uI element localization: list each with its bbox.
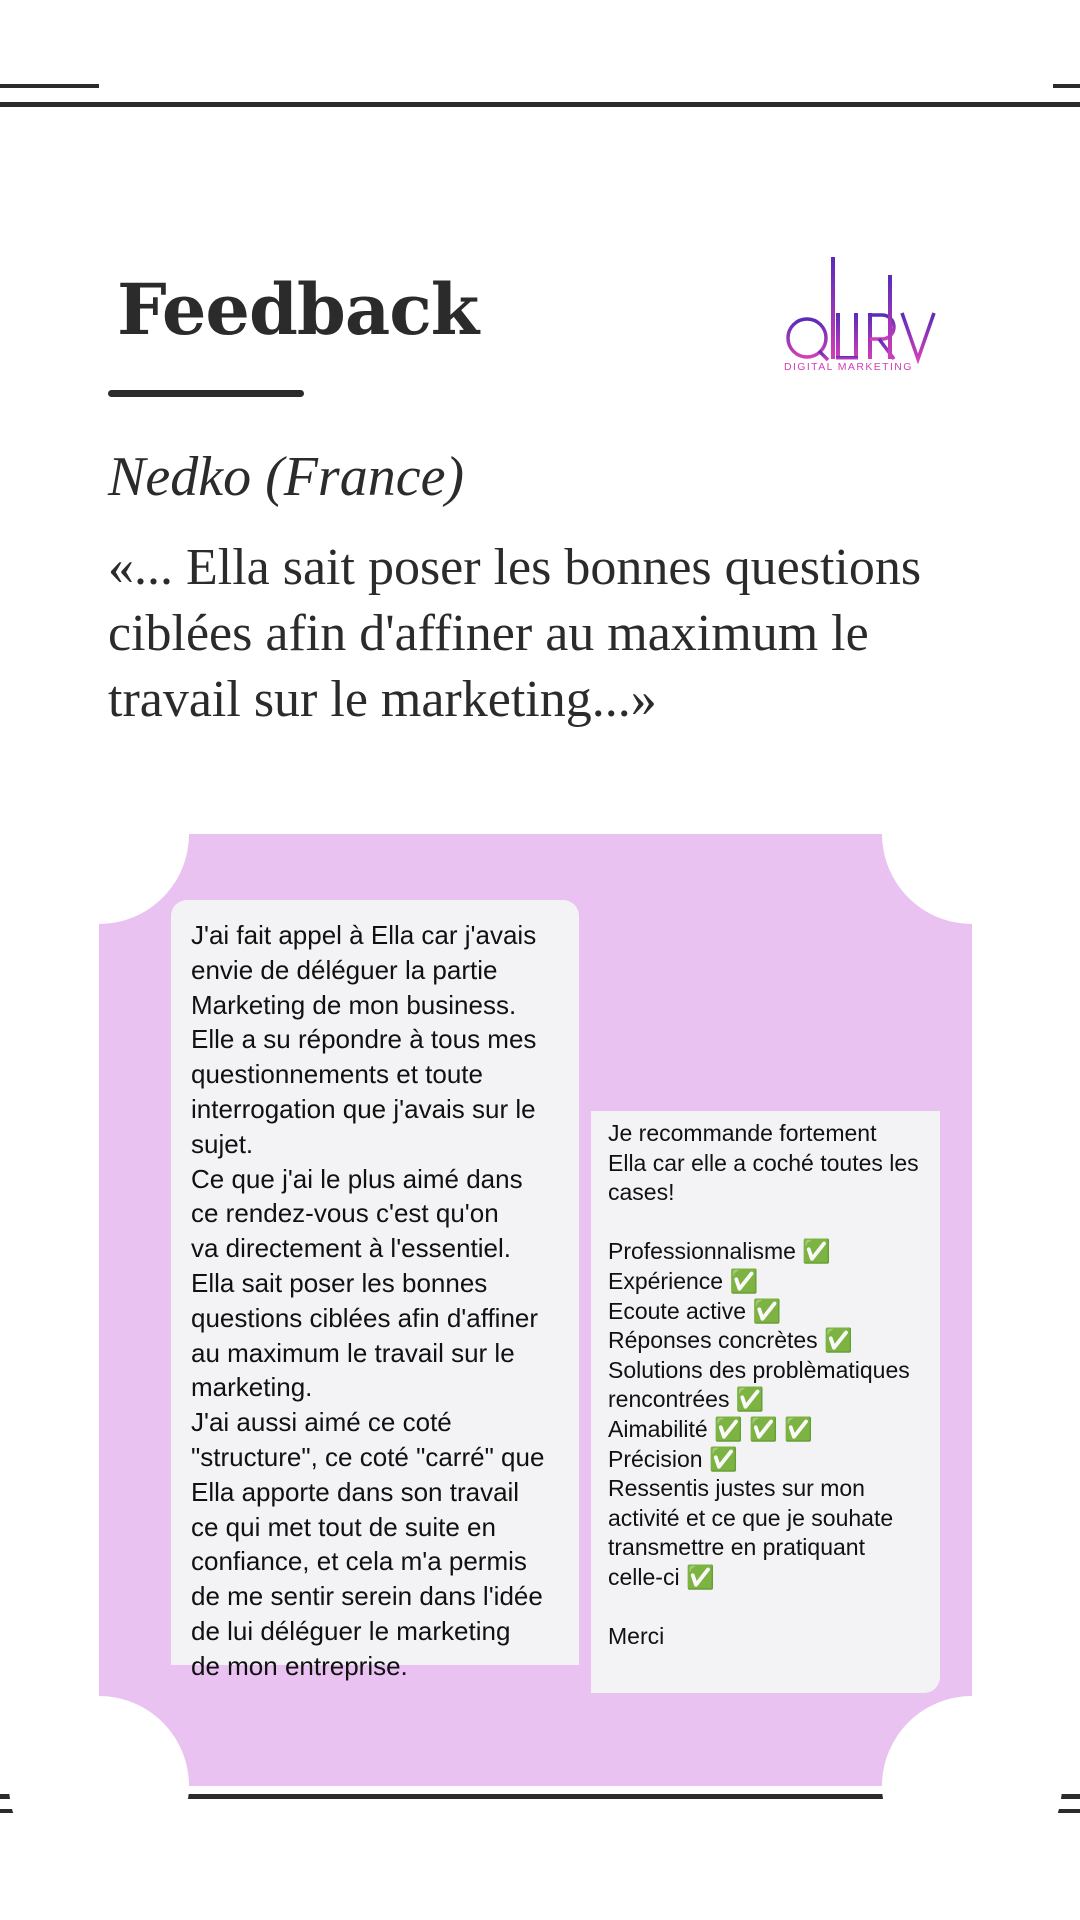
card-notch-top-right — [882, 744, 1062, 924]
message-bubble-left: J'ai fait appel à Ella car j'avais envie… — [171, 900, 579, 1681]
logo-subtext: DIGITAL MARKETING — [784, 361, 913, 371]
top-rule — [0, 102, 1080, 107]
testimonial-author: Nedko (France) — [108, 446, 465, 508]
message-bubble-right: Je recommande fortement Ella car elle a … — [591, 1111, 940, 1693]
top-left-rule — [0, 84, 99, 88]
card-notch-bottom-right — [882, 1696, 1062, 1876]
messages-card: J'ai fait appel à Ella car j'avais envie… — [9, 744, 1062, 1876]
brand-logo: DIGITAL MARKETING — [782, 255, 952, 373]
card-notch-bottom-left — [9, 1696, 189, 1876]
top-right-rule — [1053, 84, 1080, 88]
card-notch-top-left — [9, 744, 189, 924]
title-underline — [108, 390, 304, 397]
logo-mark-icon: DIGITAL MARKETING — [784, 257, 936, 373]
testimonial-quote: «... Ella sait poser les bonnes question… — [108, 539, 922, 728]
page-title: Feedback — [117, 268, 479, 351]
